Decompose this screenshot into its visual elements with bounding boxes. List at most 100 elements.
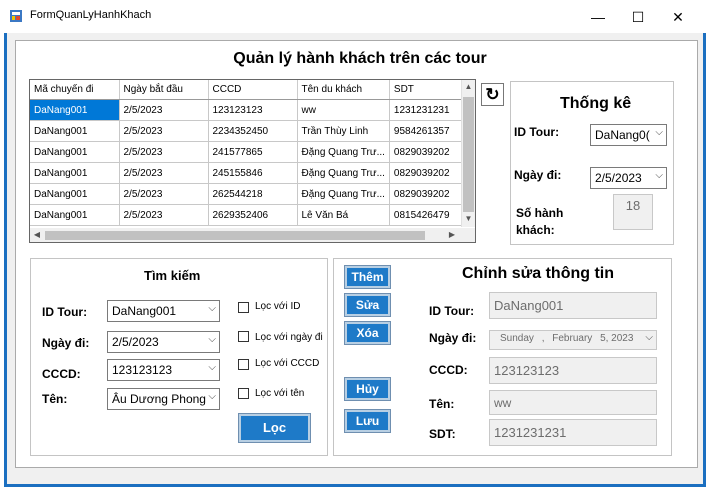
- close-button[interactable]: ✕: [658, 4, 698, 30]
- maximize-button[interactable]: ☐: [618, 4, 658, 30]
- chevron-down-icon: ⌵: [208, 303, 216, 314]
- scroll-up-icon[interactable]: ▲: [461, 82, 475, 91]
- table-row[interactable]: DaNang001 2/5/2023 262544218 Đặng Quang …: [30, 183, 465, 205]
- table-cell[interactable]: 123123123: [208, 99, 298, 121]
- scroll-corner: [461, 228, 475, 242]
- column-header-start-date[interactable]: Ngày bắt đầu: [119, 80, 209, 100]
- title-bar: FormQuanLyHanhKhach — ☐ ✕: [0, 0, 710, 33]
- search-id-tour-value: DaNang001: [112, 304, 177, 318]
- filter-id-label[interactable]: Lọc với ID: [255, 301, 300, 312]
- filter-name-label[interactable]: Lọc với tên: [255, 388, 304, 399]
- table-cell[interactable]: Trần Thùy Linh: [297, 120, 390, 142]
- edit-date-picker[interactable]: Sunday , February 5, 2023 ⌵: [489, 330, 657, 350]
- filter-cccd-label[interactable]: Lọc với CCCD: [255, 358, 319, 369]
- table-cell[interactable]: 0829039202: [389, 162, 465, 184]
- scroll-left-icon[interactable]: ◀: [32, 230, 42, 239]
- add-button[interactable]: Thêm: [344, 265, 391, 289]
- table-row[interactable]: DaNang001 2/5/2023 2234352450 Trần Thùy …: [30, 120, 465, 142]
- column-header-cccd[interactable]: CCCD: [208, 80, 298, 100]
- edit-cccd-field[interactable]: 123123123: [489, 357, 657, 384]
- filter-date-label[interactable]: Lọc với ngày đi: [255, 332, 323, 343]
- table-cell[interactable]: 0815426479: [389, 204, 465, 226]
- edit-phone-field[interactable]: 1231231231: [489, 419, 657, 446]
- table-cell[interactable]: ww: [297, 99, 390, 121]
- edit-id-tour-field[interactable]: DaNang001: [489, 292, 657, 319]
- stats-id-tour-select[interactable]: DaNang0( ⌵: [590, 124, 667, 146]
- search-cccd-select[interactable]: 123123123 ⌵: [107, 359, 220, 381]
- table-cell[interactable]: 9584261357: [389, 120, 465, 142]
- table-cell[interactable]: DaNang001: [30, 141, 120, 163]
- search-name-label: Tên:: [42, 392, 68, 406]
- table-cell[interactable]: 2234352450: [208, 120, 298, 142]
- stats-id-tour-label: ID Tour:: [514, 125, 560, 139]
- table-cell[interactable]: 0829039202: [389, 141, 465, 163]
- edit-date-day: Sunday: [500, 333, 534, 344]
- table-cell[interactable]: Đặng Quang Trư...: [297, 162, 390, 184]
- refresh-icon: ↻: [485, 85, 500, 104]
- chevron-down-icon: ⌵: [645, 332, 653, 343]
- save-button[interactable]: Lưu: [344, 409, 391, 433]
- search-cccd-value: 123123123: [112, 363, 173, 377]
- filter-cccd-checkbox[interactable]: [238, 359, 249, 370]
- stats-count-field: 18: [613, 194, 653, 230]
- scroll-right-icon[interactable]: ▶: [447, 230, 457, 239]
- refresh-button[interactable]: ↻: [481, 83, 504, 106]
- edit-date-month: February: [552, 333, 593, 344]
- filter-id-checkbox[interactable]: [238, 302, 249, 313]
- table-cell[interactable]: 241577865: [208, 141, 298, 163]
- delete-button[interactable]: Xóa: [344, 321, 391, 345]
- chevron-down-icon: ⌵: [655, 127, 663, 138]
- passenger-grid[interactable]: Mã chuyến đi Ngày bắt đầu CCCD Tên du kh…: [29, 79, 476, 243]
- chevron-down-icon: ⌵: [208, 391, 216, 402]
- chevron-down-icon: ⌵: [208, 362, 216, 373]
- table-row[interactable]: DaNang001 2/5/2023 123123123 ww 12312312…: [30, 99, 465, 121]
- table-cell[interactable]: 2/5/2023: [119, 162, 209, 184]
- table-cell[interactable]: Lê Văn Bá: [297, 204, 390, 226]
- table-cell[interactable]: Đặng Quang Trư...: [297, 183, 390, 205]
- edit-phone-label: SDT:: [429, 427, 456, 441]
- search-name-select[interactable]: Âu Dương Phong ⌵: [107, 388, 220, 410]
- table-cell[interactable]: DaNang001: [30, 183, 120, 205]
- table-cell[interactable]: 0829039202: [389, 183, 465, 205]
- page-title: Quản lý hành khách trên các tour: [233, 50, 487, 67]
- cancel-button[interactable]: Hủy: [344, 377, 391, 401]
- scroll-down-icon[interactable]: ▼: [461, 214, 475, 223]
- table-cell[interactable]: DaNang001: [30, 162, 120, 184]
- search-date-value: 2/5/2023: [112, 335, 159, 349]
- column-header-name[interactable]: Tên du khách: [297, 80, 390, 100]
- stats-count-label: Số hành khách:: [516, 206, 564, 237]
- table-cell[interactable]: 262544218: [208, 183, 298, 205]
- stats-date-value: 2/5/2023: [595, 171, 642, 185]
- table-cell[interactable]: 1231231231: [389, 99, 465, 121]
- filter-date-checkbox[interactable]: [238, 331, 249, 342]
- filter-name-checkbox[interactable]: [238, 388, 249, 399]
- table-cell[interactable]: DaNang001: [30, 120, 120, 142]
- table-cell[interactable]: 2629352406: [208, 204, 298, 226]
- table-cell[interactable]: 2/5/2023: [119, 141, 209, 163]
- column-header-phone[interactable]: SDT: [389, 80, 465, 100]
- filter-button[interactable]: Lọc: [238, 413, 311, 443]
- edit-id-tour-label: ID Tour:: [429, 304, 475, 318]
- edit-name-field[interactable]: ww: [489, 390, 657, 415]
- table-row[interactable]: DaNang001 2/5/2023 2629352406 Lê Văn Bá …: [30, 204, 465, 226]
- table-cell[interactable]: 2/5/2023: [119, 120, 209, 142]
- table-cell[interactable]: DaNang001: [30, 99, 120, 121]
- table-cell[interactable]: 245155846: [208, 162, 298, 184]
- column-header-trip-id[interactable]: Mã chuyến đi: [30, 80, 120, 100]
- table-cell[interactable]: 2/5/2023: [119, 99, 209, 121]
- edit-button[interactable]: Sửa: [344, 293, 391, 317]
- table-cell[interactable]: 2/5/2023: [119, 204, 209, 226]
- table-cell[interactable]: DaNang001: [30, 204, 120, 226]
- table-row[interactable]: DaNang001 2/5/2023 241577865 Đặng Quang …: [30, 141, 465, 163]
- minimize-button[interactable]: —: [578, 4, 618, 30]
- search-id-tour-select[interactable]: DaNang001 ⌵: [107, 300, 220, 322]
- stats-date-select[interactable]: 2/5/2023 ⌵: [590, 167, 667, 189]
- horizontal-scroll-thumb[interactable]: [45, 231, 425, 240]
- table-cell[interactable]: 2/5/2023: [119, 183, 209, 205]
- chevron-down-icon: ⌵: [655, 170, 663, 181]
- search-id-tour-label: ID Tour:: [42, 305, 88, 319]
- search-date-select[interactable]: 2/5/2023 ⌵: [107, 331, 220, 353]
- table-row[interactable]: DaNang001 2/5/2023 245155846 Đặng Quang …: [30, 162, 465, 184]
- vertical-scroll-thumb[interactable]: [463, 97, 474, 212]
- table-cell[interactable]: Đặng Quang Trư...: [297, 141, 390, 163]
